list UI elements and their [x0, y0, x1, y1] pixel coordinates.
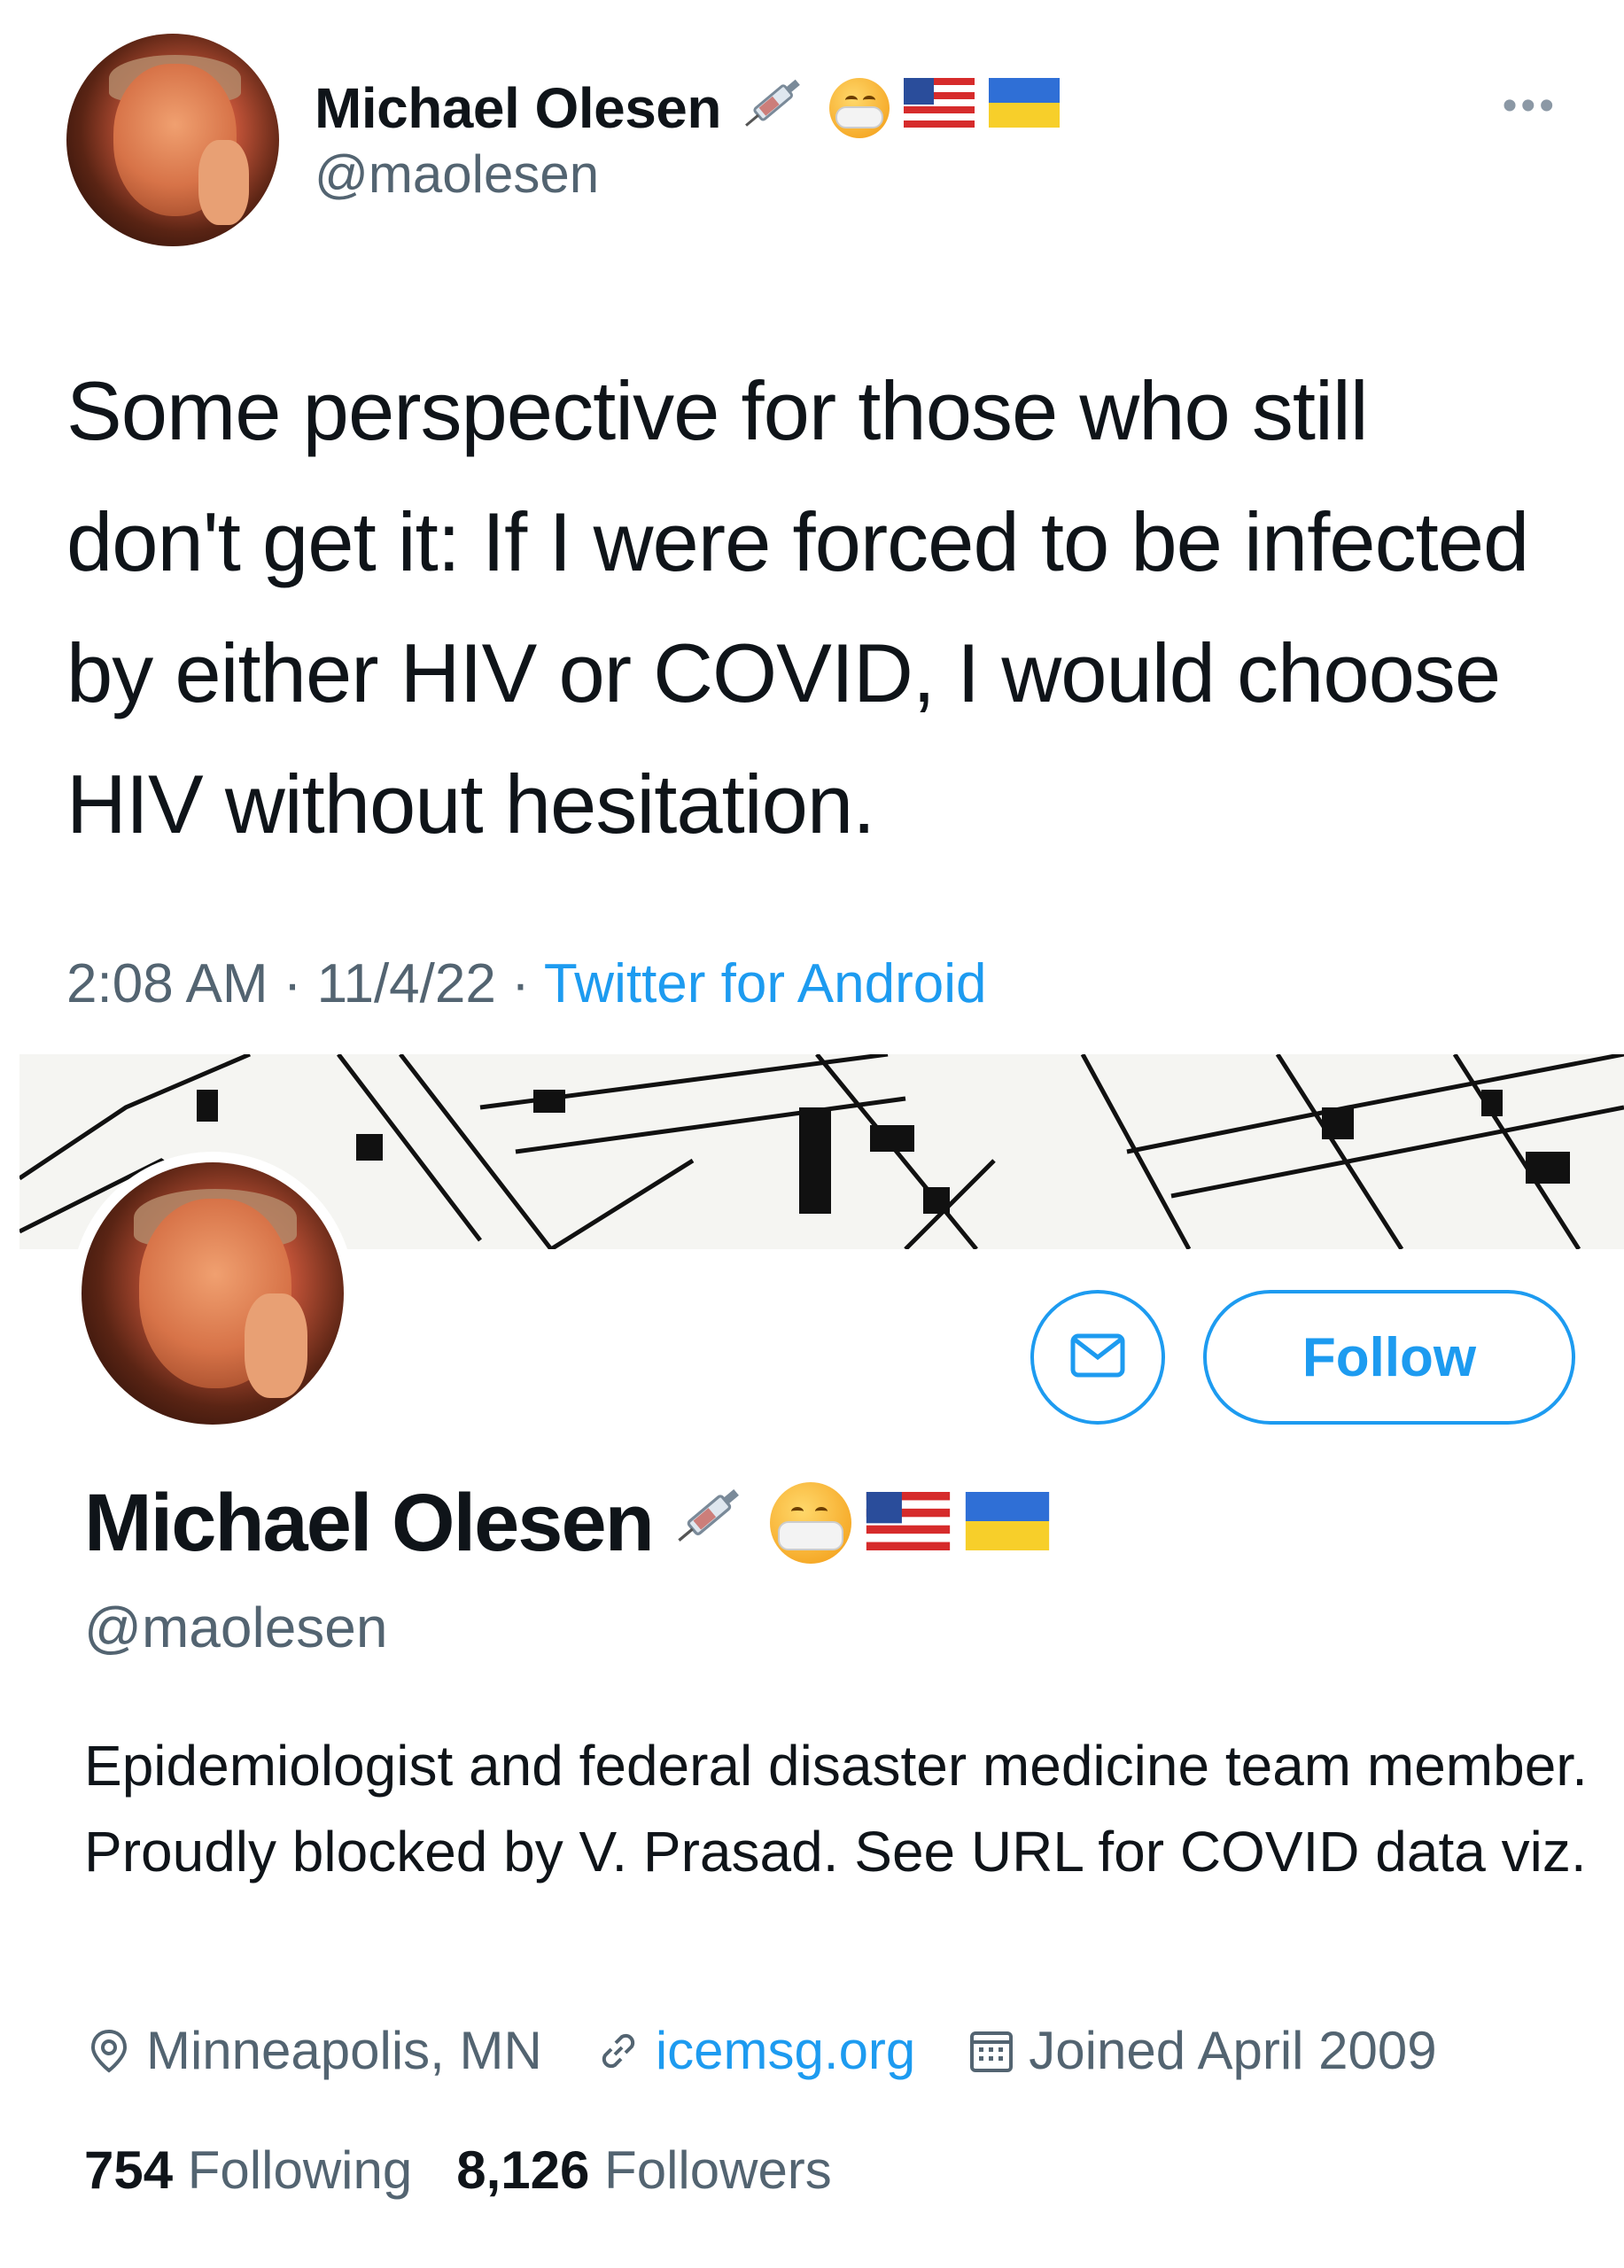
profile-stats: 754 Following 8,126 Followers	[84, 2140, 876, 2201]
tweet-meta: 2:08 AM · 11/4/22 · Twitter for Android	[66, 952, 987, 1015]
tweet-time[interactable]: 2:08 AM	[66, 953, 268, 1014]
tweet-date[interactable]: 11/4/22	[317, 953, 496, 1014]
us-flag-icon	[903, 75, 975, 141]
profile-name: Michael Olesen	[84, 1477, 655, 1568]
profile-info-row: Minneapolis, MN icemsg.org Joined April …	[84, 2020, 1437, 2081]
profile-joined: Joined April 2009	[967, 2020, 1437, 2081]
following-label: Following	[173, 2140, 413, 2200]
tweet-author-avatar[interactable]	[66, 34, 279, 246]
tweet-text: Some perspective for those who still don…	[66, 364, 1529, 850]
ukraine-flag-icon	[988, 75, 1060, 141]
meta-separator: ·	[268, 953, 317, 1014]
meta-separator: ·	[495, 953, 544, 1014]
ukraine-flag-icon	[965, 1477, 1050, 1570]
followers-count: 8,126	[456, 2140, 590, 2200]
following-count: 754	[84, 2140, 174, 2200]
profile-url[interactable]: icemsg.org	[594, 2020, 915, 2081]
envelope-icon	[1066, 1324, 1130, 1392]
face-with-mask-icon	[769, 1482, 851, 1564]
us-flag-icon	[866, 1477, 951, 1570]
tweet-source-link[interactable]: Twitter for Android	[544, 953, 987, 1014]
followers-stat[interactable]: 8,126 Followers	[456, 2140, 832, 2201]
tweet-author-handle[interactable]: @maolesen	[315, 144, 599, 205]
following-stat[interactable]: 754 Following	[84, 2140, 412, 2201]
profile-url-link[interactable]: icemsg.org	[656, 2020, 915, 2081]
message-button[interactable]	[1030, 1290, 1165, 1425]
profile-bio: Epidemiologist and federal disaster medi…	[84, 1734, 1588, 1884]
calendar-icon	[967, 2026, 1016, 2076]
followers-label: Followers	[589, 2140, 832, 2200]
profile-avatar[interactable]	[82, 1162, 344, 1425]
link-icon	[594, 2026, 643, 2076]
tweet-author-name-row[interactable]: Michael Olesen	[315, 66, 1060, 150]
follow-button[interactable]: Follow	[1203, 1290, 1575, 1425]
tweet-author-name[interactable]: Michael Olesen	[315, 75, 721, 141]
location-pin-icon	[84, 2026, 134, 2076]
syringe-icon	[667, 1471, 756, 1575]
profile-name-row: Michael Olesen	[84, 1471, 1050, 1575]
more-options-icon[interactable]: •••	[1503, 82, 1558, 130]
profile-handle: @maolesen	[84, 1596, 388, 1659]
profile-location: Minneapolis, MN	[84, 2020, 542, 2081]
syringe-icon	[735, 66, 815, 150]
face-with-mask-icon	[828, 77, 890, 138]
